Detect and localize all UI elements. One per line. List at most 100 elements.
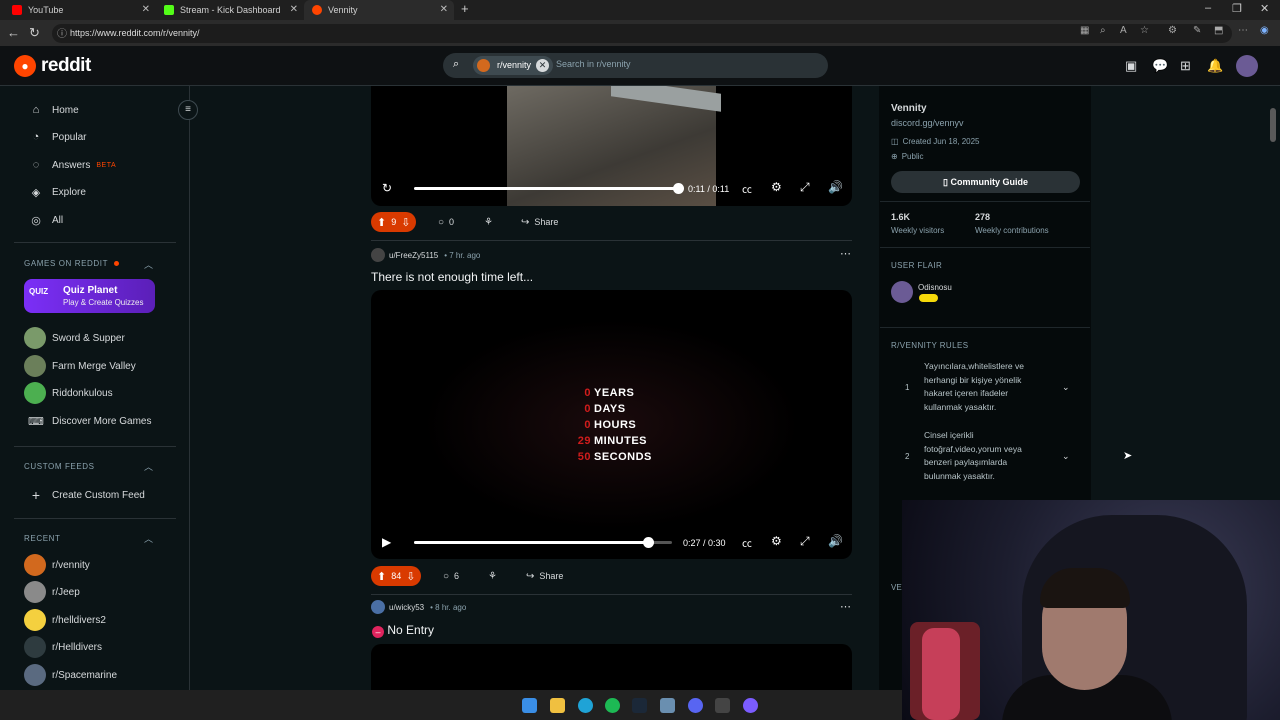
award-button[interactable]: ⚘ — [478, 212, 504, 232]
community-guide-button[interactable]: ▯ Community Guide — [891, 171, 1080, 193]
app-icon[interactable] — [743, 698, 758, 713]
play-icon[interactable]: ▶ — [382, 535, 391, 549]
file-explorer-icon[interactable] — [550, 698, 565, 713]
downvote-icon[interactable]: ⇩ — [401, 216, 410, 229]
read-aloud-icon[interactable]: A — [1120, 25, 1127, 36]
reload-icon[interactable]: ↻ — [29, 25, 40, 41]
url-field[interactable]: https://www.reddit.com/r/vennity/ — [52, 24, 1232, 43]
tab-vennity[interactable]: Vennity ✕ — [304, 0, 454, 20]
video-progress-bar[interactable] — [414, 541, 648, 544]
fullscreen-icon[interactable]: ⤢ — [800, 180, 810, 195]
tab-kick-dashboard[interactable]: Stream - Kick Dashboard ✕ — [156, 0, 304, 20]
fullscreen-icon[interactable]: ⤢ — [800, 534, 810, 549]
share-button[interactable]: ↪ Share — [520, 566, 569, 586]
post-title[interactable]: There is not enough time left... — [371, 270, 533, 284]
windows-start-icon[interactable] — [522, 698, 537, 713]
post-video-player[interactable] — [371, 644, 852, 690]
comments-button[interactable]: ○ 0 — [432, 212, 460, 232]
post-author[interactable]: u/wicky53 • 8 hr. ago — [371, 600, 466, 614]
volume-icon[interactable]: 🔊 — [828, 180, 843, 194]
close-icon[interactable]: ✕ — [290, 4, 298, 15]
rule-text[interactable]: Yayıncılara,whitelistlere ve herhangi bi… — [924, 360, 1042, 414]
featured-game-quiz-planet[interactable]: QUIZ Quiz Planet Play & Create Quizzes — [24, 279, 155, 313]
recent-item[interactable]: r/Jeep — [52, 587, 80, 598]
community-link[interactable]: discord.gg/vennyv — [891, 118, 964, 128]
chat-icon[interactable]: 💬 — [1152, 58, 1168, 74]
collections-icon[interactable]: ⬒ — [1214, 25, 1223, 36]
app-icon[interactable] — [715, 698, 730, 713]
scrollbar-thumb[interactable] — [1270, 108, 1276, 142]
recent-item[interactable]: r/vennity — [52, 560, 90, 571]
share-button[interactable]: ↪ Share — [515, 212, 564, 232]
more-icon[interactable]: ⋯ — [1238, 25, 1248, 36]
chevron-up-icon[interactable]: ︿ — [144, 258, 153, 271]
sidebar-item-popular[interactable]: ◔ Popular — [28, 131, 87, 143]
more-options-icon[interactable]: ⋯ — [840, 247, 852, 260]
sidebar-item-game[interactable]: Farm Merge Valley — [52, 361, 136, 372]
zoom-icon[interactable]: ⌕ — [1100, 25, 1106, 36]
collapse-sidebar-button[interactable]: ≡ — [178, 100, 198, 120]
discover-more-games[interactable]: ⌨ Discover More Games — [28, 415, 151, 428]
sidebar-item-game[interactable]: Sword & Supper — [52, 333, 125, 344]
advertise-icon[interactable]: ▣ — [1125, 58, 1137, 74]
notifications-icon[interactable]: 🔔 — [1207, 58, 1223, 74]
maximize-icon[interactable]: ❐ — [1232, 2, 1242, 15]
minimize-icon[interactable]: – — [1205, 2, 1211, 14]
settings-gear-icon[interactable]: ⚙ — [771, 534, 782, 548]
video-scrubber-handle[interactable] — [643, 537, 654, 548]
settings-gear-icon[interactable]: ⚙ — [771, 180, 782, 194]
recent-item[interactable]: r/helldivers2 — [52, 615, 106, 626]
comments-button[interactable]: ○ 6 — [437, 566, 465, 586]
upvote-icon[interactable]: ⬆ — [377, 216, 386, 229]
vote-buttons[interactable]: ⬆ 9 ⇩ — [371, 212, 417, 232]
search-community-chip[interactable]: r/vennity ✕ — [473, 56, 554, 75]
custom-feeds-heading[interactable]: CUSTOM FEEDS — [24, 462, 95, 471]
reddit-logo[interactable]: ● reddit — [14, 55, 91, 77]
video-progress-bar[interactable] — [414, 187, 678, 190]
chevron-down-icon[interactable]: ⌄ — [1062, 451, 1070, 462]
recent-item[interactable]: r/Helldivers — [52, 642, 102, 653]
games-heading[interactable]: GAMES ON REDDIT — [24, 259, 119, 268]
captions-icon[interactable]: ㏄ — [742, 535, 752, 550]
more-options-icon[interactable]: ⋯ — [840, 600, 852, 613]
downvote-icon[interactable]: ⇩ — [406, 570, 415, 583]
recent-item[interactable]: r/Spacemarine — [52, 670, 117, 681]
steam-icon[interactable] — [632, 698, 647, 713]
tab-youtube[interactable]: YouTube ✕ — [4, 0, 156, 20]
sidebar-item-home[interactable]: ⌂ Home — [28, 104, 79, 116]
post-author[interactable]: u/FreeZy5115 • 7 hr. ago — [371, 248, 480, 262]
sidebar-item-all[interactable]: ◎ All — [28, 214, 63, 227]
search-bar[interactable]: ⌕ r/vennity ✕ Search in r/vennity — [443, 53, 828, 78]
sidebar-item-game[interactable]: Riddonkulous — [52, 388, 113, 399]
discord-icon[interactable] — [688, 698, 703, 713]
upvote-icon[interactable]: ⬆ — [377, 570, 386, 583]
recent-heading[interactable]: RECENT — [24, 534, 61, 543]
clear-chip-icon[interactable]: ✕ — [536, 59, 550, 72]
close-icon[interactable]: ✕ — [440, 4, 448, 15]
close-icon[interactable]: ✕ — [142, 4, 150, 15]
chevron-down-icon[interactable]: ⌄ — [1062, 382, 1070, 393]
volume-icon[interactable]: 🔊 — [828, 534, 843, 548]
spotify-icon[interactable] — [605, 698, 620, 713]
favorites-icon[interactable]: ✎ — [1193, 25, 1201, 36]
chevron-up-icon[interactable]: ︿ — [144, 460, 153, 473]
vote-buttons[interactable]: ⬆ 84 ⇩ — [371, 566, 422, 586]
chevron-up-icon[interactable]: ︿ — [144, 532, 153, 545]
new-tab-icon[interactable]: + — [461, 1, 469, 16]
user-avatar[interactable] — [1236, 55, 1258, 77]
app-available-icon[interactable]: ▦ — [1080, 25, 1089, 36]
create-post-icon[interactable]: ⊞ — [1180, 58, 1191, 74]
create-custom-feed[interactable]: + Create Custom Feed — [28, 487, 145, 503]
user-flair-name[interactable]: Odisnosu — [918, 283, 952, 292]
site-info-icon[interactable]: ⓘ — [57, 25, 67, 40]
sidebar-item-answers[interactable]: ◌ Answers BETA — [28, 159, 116, 171]
rule-text[interactable]: Cinsel içerikli fotoğraf,video,yorum vey… — [924, 429, 1042, 483]
extensions-icon[interactable]: ⚙ — [1168, 25, 1177, 36]
captions-icon[interactable]: ㏄ — [742, 181, 752, 196]
edge-browser-icon[interactable] — [578, 698, 593, 713]
back-icon[interactable]: ← — [7, 25, 20, 40]
post-title[interactable]: – No Entry — [372, 623, 434, 638]
video-scrubber-handle[interactable] — [673, 183, 684, 194]
app-icon[interactable] — [660, 698, 675, 713]
replay-icon[interactable]: ↻ — [382, 181, 392, 195]
